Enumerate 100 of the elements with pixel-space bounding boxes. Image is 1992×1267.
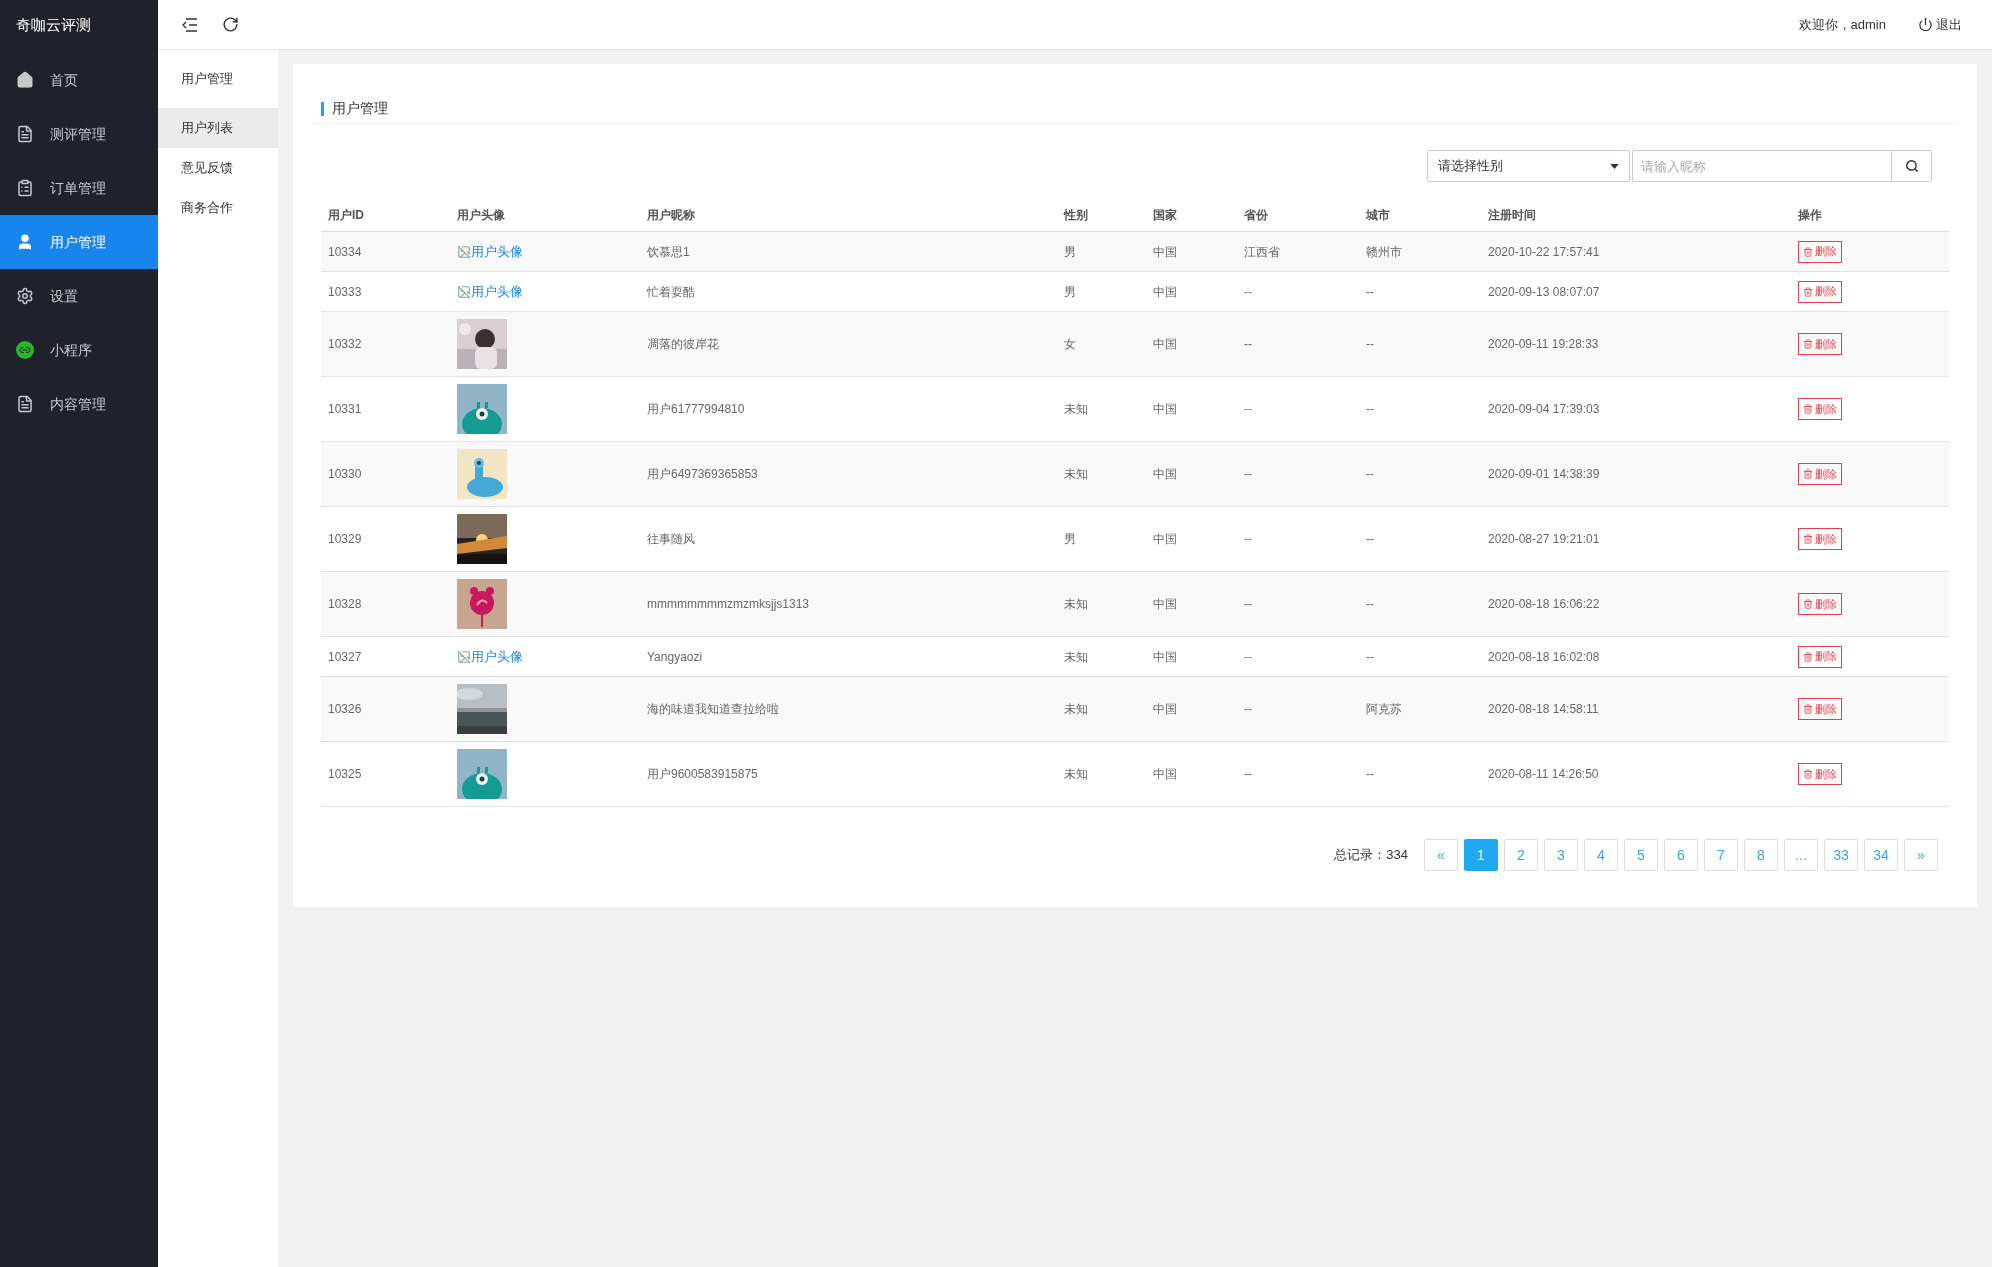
table-cell-text: 10330 <box>328 466 363 483</box>
card-title: 用户管理 <box>332 99 388 118</box>
search-button[interactable] <box>1892 150 1932 182</box>
home-icon <box>16 71 34 89</box>
sidebar-item[interactable]: 测评管理 <box>0 107 158 161</box>
trash-icon <box>1803 769 1813 779</box>
table-cell-text: 中国 <box>1153 596 1178 613</box>
welcome-text: 欢迎你，admin <box>1798 15 1886 34</box>
refresh-icon[interactable] <box>222 16 239 33</box>
search-icon <box>1904 159 1919 173</box>
table-cell-text: -- <box>1366 401 1375 418</box>
table-cell-text: -- <box>1244 766 1253 783</box>
column-header: 注册时间 <box>1488 206 1537 224</box>
delete-button[interactable]: 删除 <box>1798 593 1842 615</box>
page-button[interactable]: » <box>1904 839 1938 871</box>
total-records: 总记录：334 <box>1334 846 1408 865</box>
table-cell-text: 未知 <box>1064 596 1089 613</box>
broken-image-link[interactable]: 用户头像 <box>457 281 523 302</box>
table-cell-text: 10326 <box>328 701 363 718</box>
document-icon <box>16 395 34 413</box>
link-icon <box>16 341 34 359</box>
broken-image-icon <box>457 284 471 299</box>
delete-button[interactable]: 删除 <box>1798 698 1842 720</box>
column-header: 省份 <box>1244 206 1269 224</box>
delete-button[interactable]: 删除 <box>1798 240 1842 263</box>
table-cell-text: 凋落的彼岸花 <box>647 336 720 353</box>
gender-select[interactable]: 请选择性别 <box>1427 150 1630 182</box>
page-button[interactable]: ... <box>1784 839 1818 871</box>
table-cell-text: 男 <box>1064 531 1077 548</box>
table-cell-text: 未知 <box>1064 401 1089 418</box>
table-cell-text: -- <box>1244 401 1253 418</box>
table-cell-text: -- <box>1244 283 1253 301</box>
sidebar-item[interactable]: 首页 <box>0 53 158 107</box>
page-button[interactable]: 4 <box>1584 839 1618 871</box>
page-button[interactable]: 6 <box>1664 839 1698 871</box>
page-button[interactable]: 5 <box>1624 839 1658 871</box>
broken-image-link[interactable]: 用户头像 <box>457 241 523 262</box>
table-cell-text: 中国 <box>1153 648 1178 666</box>
logout-button[interactable]: 退出 <box>1918 14 1962 35</box>
trash-icon <box>1803 469 1813 479</box>
page-button[interactable]: 8 <box>1744 839 1778 871</box>
delete-button[interactable]: 删除 <box>1798 463 1842 485</box>
sidebar-item[interactable]: 内容管理 <box>0 377 158 431</box>
column-header: 城市 <box>1366 206 1391 224</box>
sub-menu-item[interactable]: 用户列表 <box>158 108 278 148</box>
table-cell-text: 2020-08-18 14:58:11 <box>1488 701 1600 718</box>
delete-button[interactable]: 删除 <box>1798 763 1842 785</box>
table-cell-text: 10331 <box>328 401 363 418</box>
menu-icon[interactable] <box>182 17 198 32</box>
table-cell-text: 2020-09-04 17:39:03 <box>1488 401 1601 418</box>
page-button[interactable]: 34 <box>1864 839 1898 871</box>
table-cell-text: 未知 <box>1064 701 1089 718</box>
broken-image-link[interactable]: 用户头像 <box>457 646 523 667</box>
table-cell-text: 中国 <box>1153 466 1178 483</box>
trash-icon <box>1803 599 1813 609</box>
table-cell-text: -- <box>1244 466 1253 483</box>
table-cell-text: 10328 <box>328 596 363 613</box>
table-cell-text: 饮慕思1 <box>647 243 691 261</box>
delete-button[interactable]: 删除 <box>1798 528 1842 550</box>
sidebar-item[interactable]: 用户管理 <box>0 215 158 269</box>
page-button[interactable]: 2 <box>1504 839 1538 871</box>
delete-button[interactable]: 删除 <box>1798 333 1842 355</box>
table-cell-text: 阿克苏 <box>1366 701 1403 718</box>
table-cell-text: -- <box>1244 336 1253 353</box>
table-cell-text: 女 <box>1064 336 1077 353</box>
page-button[interactable]: 33 <box>1824 839 1858 871</box>
sidebar-item[interactable]: 设置 <box>0 269 158 323</box>
table-cell-text: 中国 <box>1153 531 1178 548</box>
table-cell-text: mmmmmmmmzmzmksjjs1313 <box>647 596 810 613</box>
table-cell-text: 中国 <box>1153 283 1178 301</box>
page-button[interactable]: « <box>1424 839 1458 871</box>
search-field[interactable]: 请输入昵称 <box>1632 150 1892 182</box>
page-button[interactable]: 7 <box>1704 839 1738 871</box>
delete-button[interactable]: 删除 <box>1798 645 1842 668</box>
table-cell-text: -- <box>1244 701 1253 718</box>
table-cell-text: 用户6497369365853 <box>647 466 759 483</box>
table-cell-text: -- <box>1366 336 1375 353</box>
document-icon <box>16 125 34 143</box>
table-cell-text: -- <box>1366 283 1375 301</box>
table-cell-text: 10334 <box>328 243 363 261</box>
trash-icon <box>1803 534 1813 544</box>
delete-button[interactable]: 删除 <box>1798 398 1842 420</box>
sidebar-item[interactable]: 小程序 <box>0 323 158 377</box>
delete-button[interactable]: 删除 <box>1798 280 1842 303</box>
table-cell-text: 2020-08-18 16:06:22 <box>1488 596 1601 613</box>
table-cell-text: 中国 <box>1153 401 1178 418</box>
sidebar-item[interactable]: 订单管理 <box>0 161 158 215</box>
table-cell-text: 10333 <box>328 283 363 301</box>
table-cell-text: 中国 <box>1153 243 1178 261</box>
table-cell-text: 2020-09-13 08:07:07 <box>1488 283 1601 301</box>
table-cell-text: 男 <box>1064 283 1077 301</box>
table-cell-text: -- <box>1244 648 1253 666</box>
table-cell-text: 往事随风 <box>647 531 696 548</box>
table-cell-text: -- <box>1366 648 1375 666</box>
page-button[interactable]: 1 <box>1464 839 1498 871</box>
table-cell-text: 未知 <box>1064 648 1089 666</box>
trash-icon <box>1803 246 1813 257</box>
sub-menu-title: 用户管理 <box>180 70 234 89</box>
table-cell-text: -- <box>1244 596 1253 613</box>
page-button[interactable]: 3 <box>1544 839 1578 871</box>
